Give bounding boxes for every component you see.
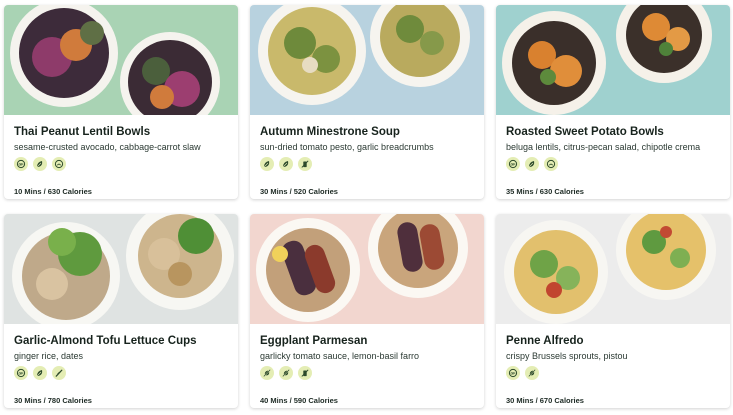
plant-based-icon xyxy=(33,157,47,171)
svg-text:GF: GF xyxy=(511,372,517,376)
recipe-photo[interactable] xyxy=(4,5,238,115)
recipe-card[interactable]: Autumn Minestrone Soup sun-dried tomato … xyxy=(250,5,484,199)
no-meat-icon xyxy=(260,366,274,380)
recipe-title[interactable]: Penne Alfredo xyxy=(506,335,584,347)
recipe-title[interactable]: Roasted Sweet Potato Bowls xyxy=(506,126,664,138)
leaf-icon xyxy=(52,366,66,380)
recipe-subtitle: sun-dried tomato pesto, garlic breadcrum… xyxy=(260,142,434,152)
recipe-subtitle: sesame-crusted avocado, cabbage-carrot s… xyxy=(14,142,201,152)
recipe-meta: 35 Mins / 630 Calories xyxy=(506,187,584,196)
recipe-subtitle: garlicky tomato sauce, lemon-basil farro xyxy=(260,351,420,361)
recipe-meta: 40 Mins / 590 Calories xyxy=(260,396,338,405)
recipe-subtitle: ginger rice, dates xyxy=(14,351,84,361)
plant-based-icon xyxy=(260,157,274,171)
plant-based-icon xyxy=(33,366,47,380)
gluten-free-icon: GF xyxy=(14,366,28,380)
recipe-card[interactable]: Eggplant Parmesan garlicky tomato sauce,… xyxy=(250,214,484,408)
recipe-card[interactable]: Roasted Sweet Potato Bowls beluga lentil… xyxy=(496,5,730,199)
recipe-photo[interactable] xyxy=(250,214,484,324)
recipe-title[interactable]: Eggplant Parmesan xyxy=(260,335,367,347)
recipe-title[interactable]: Autumn Minestrone Soup xyxy=(260,126,400,138)
gluten-free-icon: GF xyxy=(14,157,28,171)
dairy-free-icon xyxy=(544,157,558,171)
diet-icons xyxy=(260,157,312,171)
recipe-grid: Thai Peanut Lentil Bowls sesame-crusted … xyxy=(0,0,733,415)
no-meat-icon xyxy=(279,366,293,380)
plant-based-icon xyxy=(279,157,293,171)
recipe-card[interactable]: Penne Alfredo crispy Brussels sprouts, p… xyxy=(496,214,730,408)
diet-icons: GF xyxy=(506,157,558,171)
svg-text:GF: GF xyxy=(19,163,25,167)
no-dairy-icon xyxy=(298,366,312,380)
plant-based-icon xyxy=(525,157,539,171)
recipe-subtitle: beluga lentils, citrus-pecan salad, chip… xyxy=(506,142,701,152)
recipe-subtitle: crispy Brussels sprouts, pistou xyxy=(506,351,628,361)
recipe-meta: 30 Mins / 670 Calories xyxy=(506,396,584,405)
svg-text:GF: GF xyxy=(19,372,25,376)
svg-text:GF: GF xyxy=(511,163,517,167)
diet-icons xyxy=(260,366,312,380)
recipe-card[interactable]: Thai Peanut Lentil Bowls sesame-crusted … xyxy=(4,5,238,199)
recipe-card[interactable]: Garlic-Almond Tofu Lettuce Cups ginger r… xyxy=(4,214,238,408)
recipe-title[interactable]: Garlic-Almond Tofu Lettuce Cups xyxy=(14,335,197,347)
recipe-photo[interactable] xyxy=(250,5,484,115)
dairy-free-icon xyxy=(52,157,66,171)
recipe-photo[interactable] xyxy=(496,214,730,324)
recipe-meta: 10 Mins / 630 Calories xyxy=(14,187,92,196)
diet-icons: GF xyxy=(14,366,66,380)
recipe-photo[interactable] xyxy=(496,5,730,115)
recipe-photo[interactable] xyxy=(4,214,238,324)
recipe-meta: 30 Mins / 520 Calories xyxy=(260,187,338,196)
diet-icons: GF xyxy=(14,157,66,171)
recipe-title[interactable]: Thai Peanut Lentil Bowls xyxy=(14,126,150,138)
recipe-meta: 30 Mins / 780 Calories xyxy=(14,396,92,405)
no-meat-icon xyxy=(525,366,539,380)
gluten-free-icon: GF xyxy=(506,366,520,380)
no-dairy-icon xyxy=(298,157,312,171)
diet-icons: GF xyxy=(506,366,539,380)
gluten-free-icon: GF xyxy=(506,157,520,171)
